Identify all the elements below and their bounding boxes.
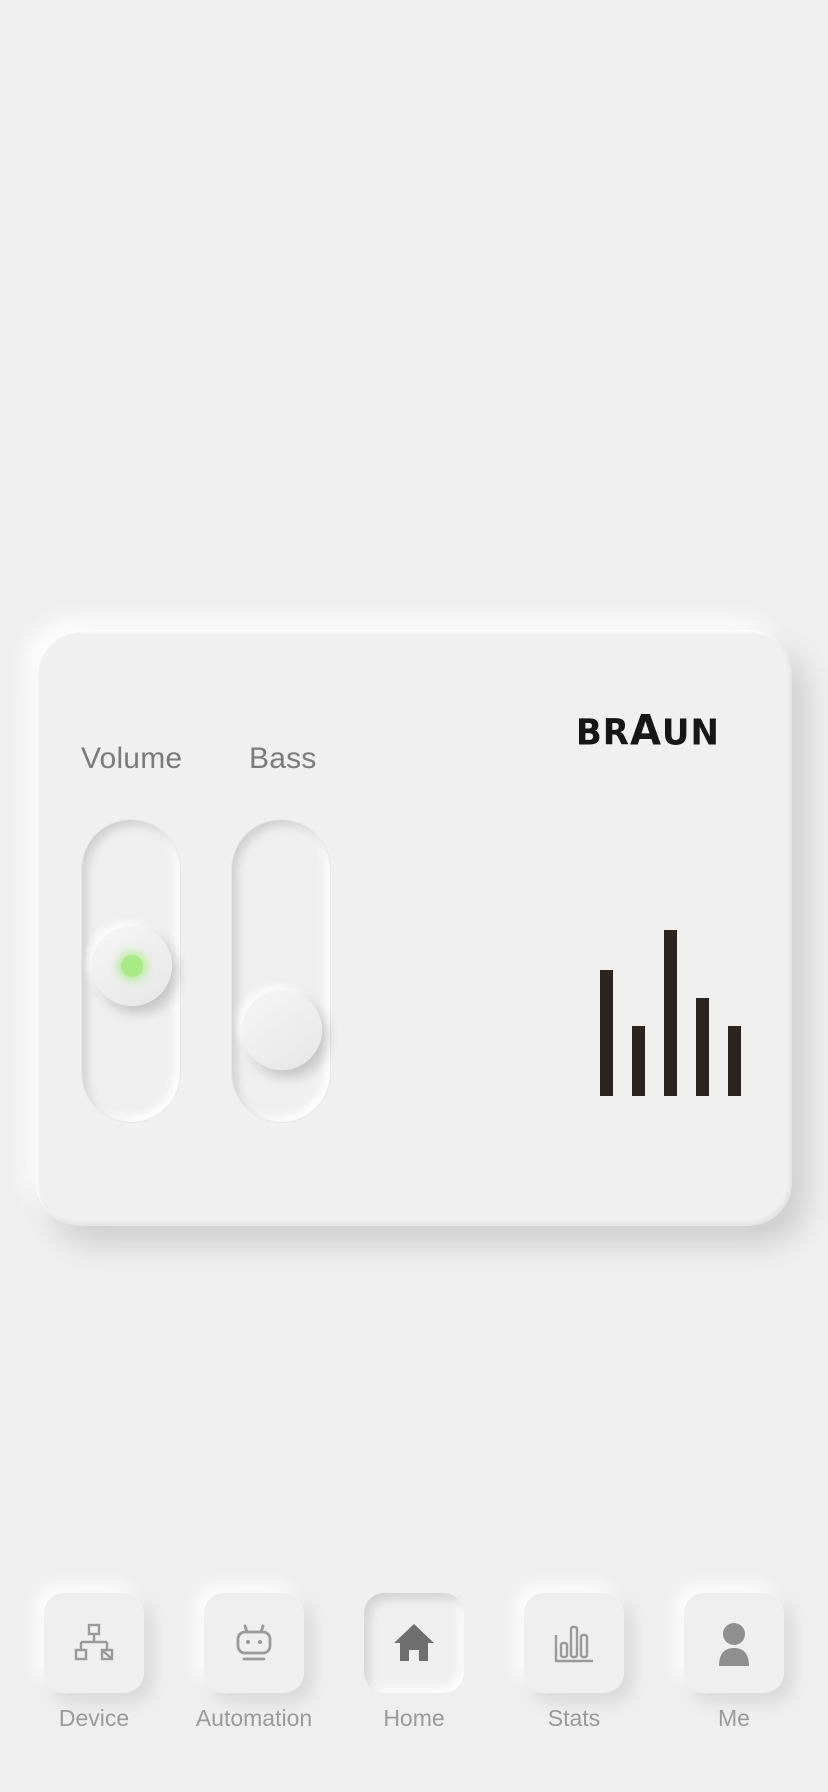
nav-me-button[interactable] (684, 1593, 784, 1693)
equalizer-bars (600, 930, 780, 1096)
nav-automation[interactable]: Automation (196, 1593, 312, 1731)
volume-label: Volume (81, 742, 183, 775)
braun-logo: BRAUN (576, 707, 720, 755)
bar-chart-icon (552, 1621, 596, 1665)
nav-stats[interactable]: Stats (524, 1593, 624, 1731)
bass-slider-knob[interactable] (242, 990, 322, 1070)
logo-mid: A (629, 706, 662, 756)
home-icon (390, 1619, 438, 1667)
nav-stats-button[interactable] (524, 1593, 624, 1693)
equalizer-bar (632, 1026, 645, 1096)
logo-right: UN (661, 712, 720, 755)
robot-icon (232, 1621, 276, 1665)
user-icon (712, 1619, 756, 1667)
app-screen: BRAUN Volume Bass Device Automation Home… (0, 0, 828, 1792)
nav-device-label: Device (58, 1705, 130, 1731)
nav-home-button[interactable] (364, 1593, 464, 1693)
equalizer-bar (728, 1026, 741, 1096)
speaker-card: BRAUN Volume Bass (36, 630, 792, 1226)
equalizer-bar (600, 970, 613, 1096)
bass-label: Bass (249, 742, 317, 775)
network-icon (72, 1621, 116, 1665)
nav-me[interactable]: Me (684, 1593, 784, 1731)
nav-home-label: Home (383, 1705, 445, 1731)
equalizer-bar (664, 930, 677, 1096)
nav-automation-button[interactable] (204, 1593, 304, 1693)
nav-device-button[interactable] (44, 1593, 144, 1693)
nav-home[interactable]: Home (364, 1593, 464, 1731)
volume-indicator-light (121, 955, 143, 977)
nav-device[interactable]: Device (44, 1593, 144, 1731)
nav-automation-label: Automation (195, 1705, 313, 1731)
nav-stats-label: Stats (547, 1705, 601, 1731)
nav-me-label: Me (718, 1705, 750, 1731)
equalizer-bar (696, 998, 709, 1096)
logo-left: BR (575, 712, 630, 755)
bass-slider[interactable] (232, 820, 330, 1122)
volume-slider-knob[interactable] (92, 926, 172, 1006)
volume-slider[interactable] (82, 820, 180, 1122)
